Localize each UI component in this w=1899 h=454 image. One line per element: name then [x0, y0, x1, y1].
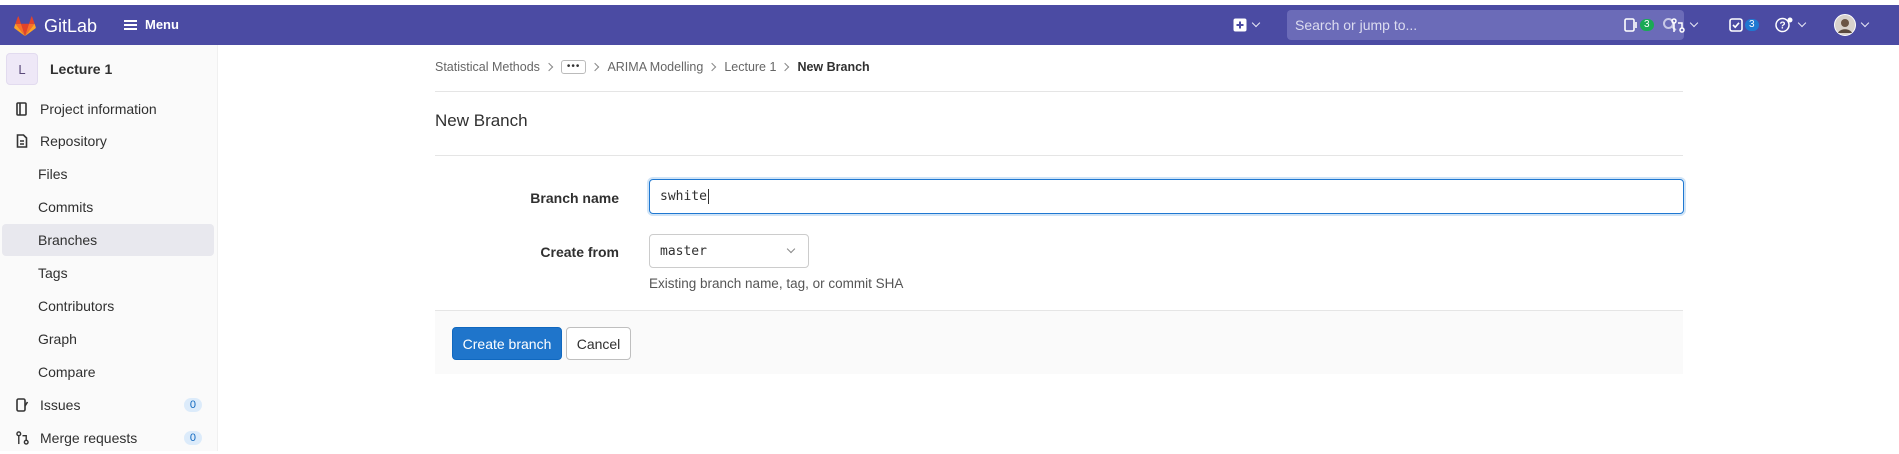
gitlab-logo[interactable]: GitLab	[14, 16, 97, 37]
chevron-down-icon	[786, 244, 796, 254]
sidebar-item-label: Tags	[38, 265, 68, 281]
breadcrumb-item-current[interactable]: New Branch	[797, 60, 869, 74]
user-menu[interactable]	[1834, 10, 1870, 40]
gitlab-tanuki-icon	[14, 16, 36, 37]
issues-count-badge: 3	[1640, 19, 1654, 31]
issues-icon	[1624, 18, 1637, 32]
sidebar-item-repository[interactable]: Repository	[2, 125, 214, 157]
text-cursor	[707, 189, 709, 204]
sidebar-item-commits[interactable]: Commits	[2, 191, 214, 223]
chevron-down-icon	[1797, 18, 1807, 28]
todo-check-icon	[1729, 18, 1743, 32]
create-from-value: master	[660, 243, 707, 259]
branch-name-label: Branch name	[530, 190, 619, 206]
sidebar-item-label: Project information	[40, 101, 157, 117]
sidebar-item-files[interactable]: Files	[2, 158, 214, 190]
sidebar-item-label: Commits	[38, 199, 94, 215]
repository-icon	[14, 133, 30, 149]
search-placeholder: Search or jump to...	[1295, 17, 1418, 33]
chevron-down-icon	[1689, 18, 1699, 28]
breadcrumb: Statistical Methods ••• ARIMA Modelling …	[435, 60, 870, 74]
project-info-icon	[14, 101, 30, 117]
new-dropdown[interactable]	[1233, 10, 1261, 40]
breadcrumb-expand-button[interactable]: •••	[560, 60, 587, 74]
chevron-right-icon	[781, 62, 790, 72]
sidebar-item-label: Branches	[38, 232, 98, 248]
sidebar-item-project-information[interactable]: Project information	[2, 93, 214, 125]
project-name: Lecture 1	[50, 61, 113, 77]
create-branch-button[interactable]: Create branch	[452, 327, 562, 360]
plus-square-icon	[1233, 18, 1247, 32]
help-icon: ?	[1775, 17, 1793, 33]
avatar	[1834, 14, 1856, 36]
sidebar-item-label: Merge requests	[40, 430, 138, 446]
top-navbar: GitLab Menu Search or jump to... 3 3 ?	[0, 5, 1899, 45]
branch-name-input[interactable]: swhite	[649, 179, 1684, 214]
menu-label: Menu	[145, 17, 179, 32]
sidebar-item-label: Issues	[40, 397, 81, 413]
gitlab-logo-text: GitLab	[44, 16, 98, 36]
sidebar-item-issues[interactable]: Issues 0	[2, 389, 214, 421]
hamburger-icon	[124, 19, 137, 30]
project-header[interactable]: L Lecture 1	[6, 53, 112, 85]
help-dropdown[interactable]: ?	[1775, 10, 1807, 40]
merge-requests-nav-button[interactable]	[1671, 10, 1699, 40]
menu-button[interactable]: Menu	[124, 17, 179, 32]
sidebar-item-tags[interactable]: Tags	[2, 257, 214, 289]
sidebar-item-contributors[interactable]: Contributors	[2, 290, 214, 322]
chevron-down-icon	[1860, 18, 1870, 28]
issues-count-badge: 0	[183, 398, 202, 412]
chevron-right-icon	[591, 62, 600, 72]
breadcrumb-item-arima-modelling[interactable]: ARIMA Modelling	[607, 60, 703, 74]
create-from-dropdown[interactable]: master	[649, 234, 809, 268]
breadcrumb-item-lecture-1[interactable]: Lecture 1	[724, 60, 776, 74]
create-from-help-text: Existing branch name, tag, or commit SHA	[649, 276, 904, 291]
merge-request-icon	[14, 430, 30, 446]
sidebar-item-label: Graph	[38, 331, 77, 347]
svg-text:?: ?	[1779, 21, 1785, 32]
divider	[435, 155, 1683, 156]
sidebar-item-compare[interactable]: Compare	[2, 356, 214, 388]
project-sidebar: L Lecture 1 Project information Reposito…	[0, 45, 218, 451]
sidebar-item-label: Repository	[40, 133, 107, 149]
branch-name-value: swhite	[660, 189, 707, 204]
sidebar-item-graph[interactable]: Graph	[2, 323, 214, 355]
sidebar-item-merge-requests[interactable]: Merge requests 0	[2, 422, 214, 454]
sidebar-item-label: Files	[38, 166, 68, 182]
project-avatar: L	[6, 53, 38, 85]
merge-requests-count-badge: 0	[183, 431, 202, 445]
issues-icon	[14, 397, 30, 413]
form-actions: Create branch Cancel	[435, 310, 1683, 374]
sidebar-item-branches[interactable]: Branches	[2, 224, 214, 256]
issues-nav-button[interactable]: 3	[1624, 10, 1654, 40]
divider	[435, 91, 1683, 92]
create-from-label: Create from	[540, 244, 619, 260]
sidebar-item-label: Compare	[38, 364, 96, 380]
merge-request-icon	[1671, 17, 1685, 33]
breadcrumb-item-statistical-methods[interactable]: Statistical Methods	[435, 60, 540, 74]
chevron-right-icon	[708, 62, 717, 72]
sidebar-item-label: Contributors	[38, 298, 115, 314]
todos-count-badge: 3	[1745, 19, 1759, 31]
cancel-button[interactable]: Cancel	[566, 327, 631, 360]
page-title: New Branch	[435, 111, 528, 130]
chevron-right-icon	[544, 62, 554, 72]
todos-nav-button[interactable]: 3	[1729, 10, 1759, 40]
chevron-down-icon	[1251, 18, 1261, 28]
